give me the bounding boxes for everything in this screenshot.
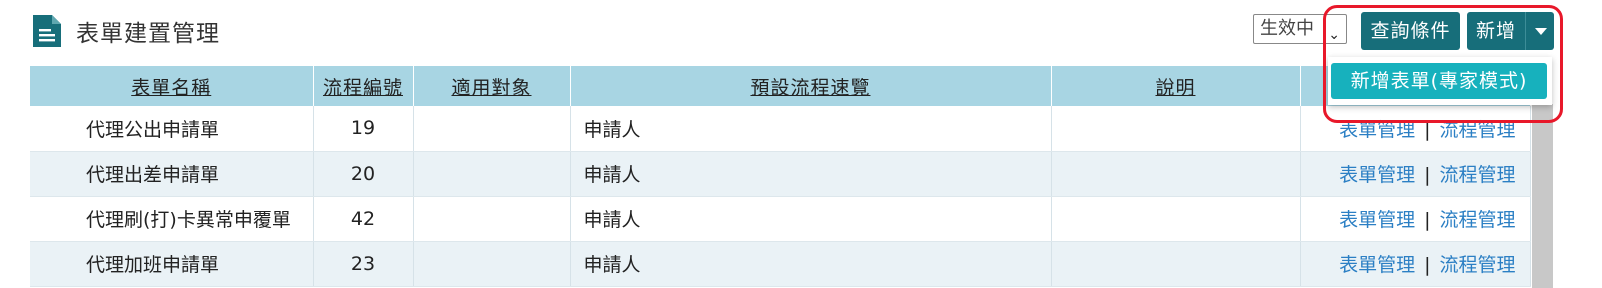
target-cell: [413, 196, 571, 242]
flow-manage-link[interactable]: 流程管理: [1439, 119, 1515, 141]
action-separator: |: [1424, 164, 1431, 186]
actions-cell: 表單管理 | 流程管理: [1300, 151, 1531, 197]
flow-preview-cell: 申請人: [570, 106, 1052, 152]
flow-number-cell: 19: [313, 106, 414, 152]
form-manage-link[interactable]: 表單管理: [1339, 164, 1415, 186]
status-filter-value: 生效中: [1260, 18, 1314, 39]
flow-preview-cell: 申請人: [570, 151, 1052, 197]
form-manage-link[interactable]: 表單管理: [1339, 209, 1415, 231]
column-header-target[interactable]: 適用對象: [413, 66, 571, 106]
form-manage-link[interactable]: 表單管理: [1339, 119, 1415, 141]
flow-manage-link[interactable]: 流程管理: [1439, 254, 1515, 276]
add-form-expert-mode-item[interactable]: 新增表單(專家模式): [1331, 63, 1547, 99]
description-cell: [1051, 106, 1301, 152]
flow-manage-link[interactable]: 流程管理: [1439, 209, 1515, 231]
document-icon: [33, 15, 61, 47]
actions-cell: 表單管理 | 流程管理: [1300, 196, 1531, 242]
action-separator: |: [1424, 118, 1431, 141]
forms-table-container: 表單名稱 流程編號 適用對象 預設流程速覽 說明 代理公出申請單 19 申請人 …: [30, 66, 1531, 287]
flow-number-cell: 23: [313, 241, 414, 287]
status-filter-select[interactable]: 生效中 ⌄: [1253, 14, 1347, 44]
vertical-scrollbar[interactable]: [1532, 104, 1553, 288]
target-cell: [413, 106, 571, 152]
action-separator: |: [1424, 254, 1431, 276]
column-header-form-name[interactable]: 表單名稱: [30, 66, 314, 106]
add-button[interactable]: 新增: [1467, 12, 1525, 50]
add-dropdown-menu: 新增表單(專家模式): [1328, 57, 1552, 105]
form-manage-link[interactable]: 表單管理: [1339, 254, 1415, 276]
chevron-down-icon: ⌄: [1328, 27, 1340, 43]
flow-manage-link[interactable]: 流程管理: [1439, 164, 1515, 186]
table-row: 代理公出申請單 19 申請人 表單管理 | 流程管理: [30, 106, 1531, 152]
description-cell: [1051, 151, 1301, 197]
query-conditions-button[interactable]: 查詢條件: [1361, 12, 1460, 50]
add-dropdown-toggle[interactable]: [1525, 12, 1554, 50]
actions-cell: 表單管理 | 流程管理: [1300, 106, 1531, 152]
column-header-flow-preview[interactable]: 預設流程速覽: [570, 66, 1052, 106]
table-header-row: 表單名稱 流程編號 適用對象 預設流程速覽 說明: [30, 66, 1531, 106]
flow-number-cell: 42: [313, 196, 414, 242]
form-name-cell: 代理刷(打)卡異常申覆單: [30, 196, 314, 242]
page-title: 表單建置管理: [76, 21, 220, 47]
flow-preview-cell: 申請人: [570, 196, 1052, 242]
column-header-description[interactable]: 說明: [1051, 66, 1301, 106]
page-header: 表單建置管理 生效中 ⌄ 查詢條件 新增: [0, 0, 1602, 62]
table-row: 代理加班申請單 23 申請人 表單管理 | 流程管理: [30, 241, 1531, 287]
form-name-cell: 代理公出申請單: [30, 106, 314, 152]
target-cell: [413, 241, 571, 287]
target-cell: [413, 151, 571, 197]
column-header-flow-number[interactable]: 流程編號: [313, 66, 414, 106]
forms-table-grid: 表單名稱 流程編號 適用對象 預設流程速覽 說明 代理公出申請單 19 申請人 …: [30, 66, 1531, 287]
description-cell: [1051, 241, 1301, 287]
table-row: 代理刷(打)卡異常申覆單 42 申請人 表單管理 | 流程管理: [30, 196, 1531, 242]
action-separator: |: [1424, 209, 1431, 231]
description-cell: [1051, 196, 1301, 242]
form-name-cell: 代理出差申請單: [30, 151, 314, 197]
flow-number-cell: 20: [313, 151, 414, 197]
actions-cell: 表單管理 | 流程管理: [1300, 241, 1531, 287]
table-row: 代理出差申請單 20 申請人 表單管理 | 流程管理: [30, 151, 1531, 197]
flow-preview-cell: 申請人: [570, 241, 1052, 287]
form-name-cell: 代理加班申請單: [30, 241, 314, 287]
